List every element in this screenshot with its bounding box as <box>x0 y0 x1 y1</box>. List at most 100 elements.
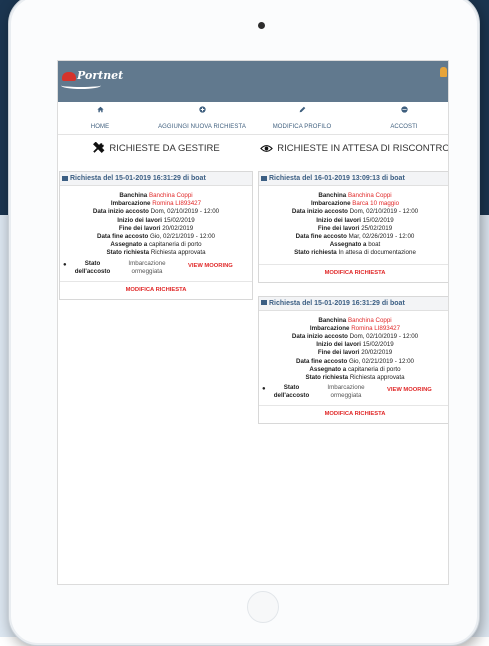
field-value: 15/02/2019 <box>362 216 394 224</box>
top-bar: Portnet <box>58 61 448 102</box>
minus-square-icon <box>261 175 267 181</box>
field-stato-richiesta: Stato richiesta In attesa di documentazi… <box>259 249 448 257</box>
field-fine-lavori: Fine dei lavori 25/02/2019 <box>259 224 448 233</box>
view-mooring-link[interactable]: VIEW MOORING <box>387 386 432 394</box>
field-stato-richiesta: Stato richiesta Richiesta approvata <box>60 249 252 257</box>
request-card-header-text: Richiesta del 15-01-2019 16:31:29 di boa… <box>70 175 206 182</box>
field-label: Stato richiesta <box>305 374 349 382</box>
edit-request-button[interactable]: MODIFICA RICHIESTA <box>259 263 448 282</box>
field-data-fine: Data fine accosto Mar, 02/26/2019 - 12:0… <box>259 233 448 241</box>
request-card-header[interactable]: Richiesta del 15-01-2019 16:31:29 di boa… <box>60 172 252 186</box>
field-value: In attesa di documentazione <box>338 249 416 257</box>
field-banchina: Banchina Banchina Coppi <box>259 192 448 200</box>
field-value: Dom, 02/10/2019 - 12:00 <box>150 208 220 216</box>
request-card-header-text: Richiesta del 15-01-2019 16:31:29 di boa… <box>269 299 405 307</box>
field-imbarcazione: Imbarcazione Romina LI893427 <box>60 200 252 208</box>
field-value: 20/02/2019 <box>361 349 393 357</box>
ship-icon: ● <box>63 261 67 268</box>
request-card-header-text: Richiesta del 16-01-2019 13:09:13 di boa… <box>269 175 405 182</box>
ship-icon <box>384 106 424 118</box>
field-data-inizio: Data inizio accosto Dom, 02/10/2019 - 12… <box>259 333 448 341</box>
field-data-fine: Data fine accosto Gio, 02/21/2019 - 12:0… <box>60 233 252 241</box>
nav-accosti-label: ACCOSTI <box>390 124 418 130</box>
field-label: Inizio dei lavori <box>316 341 361 349</box>
plus-circle-icon <box>152 106 252 118</box>
portnet-logo[interactable]: Portnet <box>62 69 123 82</box>
field-value: Gio, 02/21/2019 - 12:00 <box>149 233 215 241</box>
field-value: Banchina Coppi <box>347 192 392 199</box>
field-value: Richiesta approvata <box>349 374 405 382</box>
field-label: Stato richiesta <box>106 249 150 257</box>
logo-swoosh <box>61 82 101 89</box>
field-label: Data fine accosto <box>97 233 149 241</box>
request-card: Richiesta del 15-01-2019 16:31:29 di boa… <box>258 295 448 425</box>
field-value: Dom, 02/10/2019 - 12:00 <box>349 208 419 216</box>
tablet-home-button[interactable] <box>247 591 279 623</box>
section-title-awaiting: RICHIESTE IN ATTESA DI RISCONTRO <box>258 134 449 164</box>
field-fine-lavori: Fine dei lavori 20/02/2019 <box>259 349 448 357</box>
field-label: Banchina <box>119 192 148 199</box>
column-to-manage: RICHIESTE DA GESTIRE Richiesta del 15-01… <box>59 134 253 300</box>
field-label: Inizio dei lavori <box>117 216 162 224</box>
edit-request-button[interactable]: MODIFICA RICHIESTA <box>259 405 448 423</box>
field-value: 15/02/2019 <box>163 216 195 224</box>
nav-add-request[interactable]: AGGIUNGI NUOVA RICHIESTA <box>152 106 252 130</box>
field-value: 20/02/2019 <box>162 224 194 232</box>
section-title-text: RICHIESTE IN ATTESA DI RISCONTRO <box>277 143 449 154</box>
field-label: Stato richiesta <box>294 249 337 257</box>
view-mooring-link[interactable]: VIEW MOORING <box>188 262 233 270</box>
field-value: Barca 10 maggio <box>352 200 400 208</box>
bell-icon[interactable] <box>440 67 447 77</box>
field-value: boat <box>368 241 381 249</box>
field-label: Data inizio accosto <box>291 333 348 341</box>
column-awaiting-response: RICHIESTE IN ATTESA DI RISCONTRO Richies… <box>258 134 449 425</box>
field-value: Mar, 02/26/2019 - 12:00 <box>348 233 415 241</box>
nav-edit-profile[interactable]: MODIFICA PROFILO <box>270 106 334 130</box>
field-assegnato: Assegnato a capitaneria di porto <box>259 365 448 374</box>
section-title-text: RICHIESTE DA GESTIRE <box>109 143 220 154</box>
request-card: Richiesta del 15-01-2019 16:31:29 di boa… <box>59 171 253 300</box>
field-label: Data inizio accosto <box>92 208 149 216</box>
request-card-body: Banchina Banchina Coppi Imbarcazione Rom… <box>60 186 252 281</box>
field-data-inizio: Data inizio accosto Dom, 02/10/2019 - 12… <box>60 208 252 216</box>
field-label: Fine dei lavori <box>118 224 161 232</box>
field-data-inizio: Data inizio accosto Dom, 02/10/2019 - 12… <box>259 208 448 216</box>
field-assegnato: Assegnato a boat <box>259 241 448 249</box>
request-card-header[interactable]: Richiesta del 16-01-2019 13:09:13 di boa… <box>259 172 448 186</box>
field-banchina: Banchina Banchina Coppi <box>60 192 252 200</box>
field-label: Fine dei lavori <box>317 224 360 232</box>
pencil-icon <box>270 106 334 118</box>
stato-accosto-row: ● Stato dell'accosto Imbarcazione ormegg… <box>259 384 448 402</box>
section-title-to-manage: RICHIESTE DA GESTIRE <box>59 134 253 164</box>
field-label: Banchina <box>318 316 347 324</box>
field-label: Data fine accosto <box>296 357 348 365</box>
field-inizio-lavori: Inizio dei lavori 15/02/2019 <box>60 217 252 225</box>
field-label: Imbarcazione <box>110 200 151 208</box>
request-card-body: Banchina Banchina Coppi Imbarcazione Rom… <box>259 311 448 406</box>
field-label: Banchina <box>318 192 347 199</box>
nav-accosti[interactable]: ACCOSTI <box>384 106 424 130</box>
field-value: Romina LI893427 <box>351 324 401 332</box>
app-screen: Portnet HOME AGGIUNGI NUOVA RICHIESTA MO… <box>57 60 449 585</box>
field-label: Assegnato a <box>329 241 367 249</box>
stato-accosto-row: ● Stato dell'accosto Imbarcazione ormegg… <box>60 260 252 278</box>
field-value: Dom, 02/10/2019 - 12:00 <box>349 333 419 341</box>
request-card: Richiesta del 16-01-2019 13:09:13 di boa… <box>258 171 448 283</box>
eye-icon <box>260 145 274 152</box>
stato-accosto-label: Stato dell'accosto <box>273 384 310 400</box>
field-imbarcazione: Imbarcazione Barca 10 maggio <box>259 200 448 208</box>
field-label: Fine dei lavori <box>317 349 360 357</box>
request-card-body: Banchina Banchina Coppi Imbarcazione Bar… <box>259 186 448 264</box>
field-label: Assegnato a <box>309 365 347 373</box>
tools-icon <box>93 142 105 154</box>
nav-home[interactable]: HOME <box>80 106 120 130</box>
field-value: Gio, 02/21/2019 - 12:00 <box>348 357 414 365</box>
field-label: Data fine accosto <box>295 233 347 241</box>
field-data-fine: Data fine accosto Gio, 02/21/2019 - 12:0… <box>259 357 448 366</box>
logo-text: Portnet <box>77 69 124 82</box>
field-inizio-lavori: Inizio dei lavori 15/02/2019 <box>259 341 448 349</box>
edit-request-button[interactable]: MODIFICA RICHIESTA <box>60 280 252 299</box>
field-value: Richiesta approvata <box>150 249 206 257</box>
request-card-header[interactable]: Richiesta del 15-01-2019 16:31:29 di boa… <box>259 296 448 311</box>
ship-icon: ● <box>262 386 266 393</box>
